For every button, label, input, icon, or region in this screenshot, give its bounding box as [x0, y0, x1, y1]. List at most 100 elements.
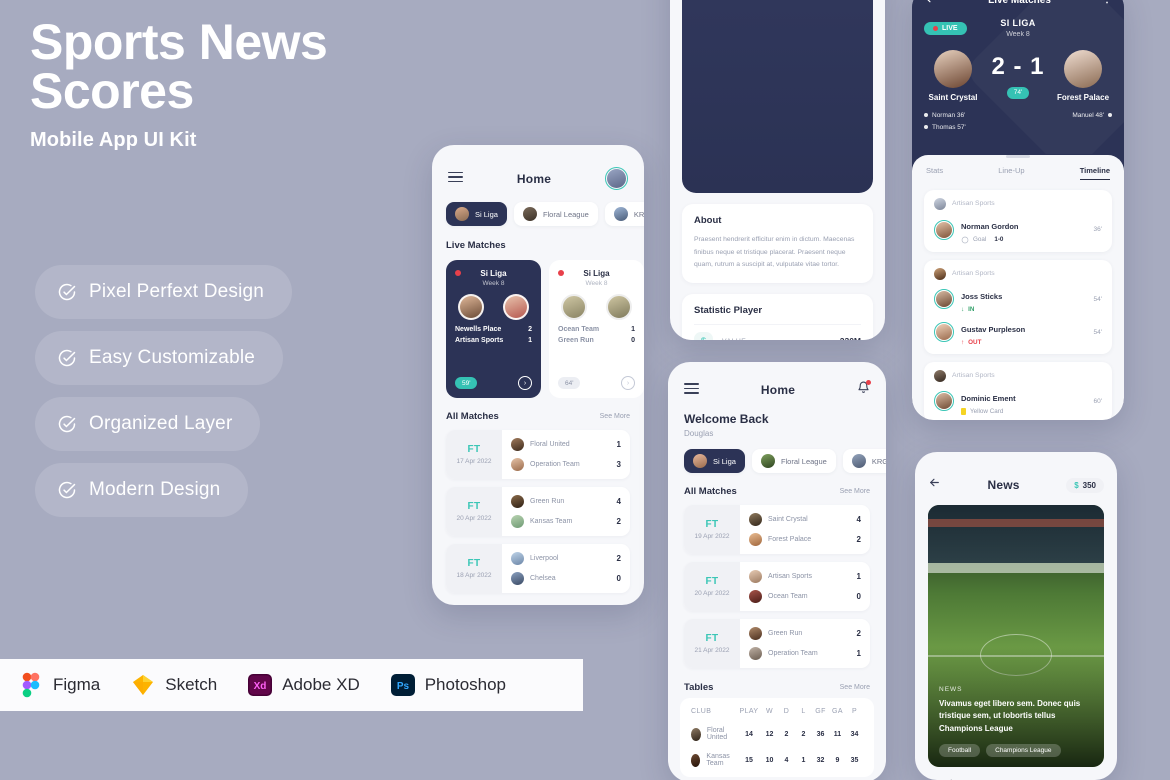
stat-value: 230M: [840, 336, 861, 340]
team-name: Operation Team: [768, 650, 818, 657]
league-tab-krga[interactable]: KRGA: [604, 202, 644, 226]
see-more-link[interactable]: See More: [840, 488, 870, 495]
live-card-footer: 64' ›: [558, 376, 635, 390]
event-action: ↓ IN: [961, 305, 975, 313]
coin-balance-badge[interactable]: $ 350: [1066, 477, 1104, 493]
table-row[interactable]: FT 17 Apr 2022 Floral United 1 Operation…: [446, 430, 630, 479]
timeline-club: Artisan Sports: [934, 267, 1102, 280]
welcome-title: Welcome Back: [684, 412, 769, 426]
table-row[interactable]: FT 20 Apr 2022 Artisan Sports 1 Ocean Te…: [684, 562, 870, 611]
club-p: 35: [850, 756, 859, 764]
match-score: 2 - 1: [991, 53, 1045, 80]
team-score: 1: [631, 326, 635, 333]
statistic-player-card: Statistic Player $ VALUE 230M POINTS 428: [682, 293, 873, 340]
home-events: Norman 36' Thomas 57': [924, 110, 966, 133]
league-tab-floral-league[interactable]: Floral League: [513, 202, 598, 226]
tab-timeline[interactable]: Timeline: [1079, 166, 1110, 180]
menu-icon[interactable]: [684, 383, 699, 397]
league-tab-si-liga[interactable]: Si Liga: [446, 202, 507, 226]
chevron-right-icon[interactable]: ›: [621, 376, 635, 390]
table-col-l: L: [801, 708, 806, 715]
league-tab-floral-league[interactable]: Floral League: [751, 449, 836, 473]
team-name: Ocean Team: [558, 326, 600, 333]
team-score: 2: [856, 629, 861, 638]
see-more-link[interactable]: See More: [840, 684, 870, 691]
table-row[interactable]: FT 19 Apr 2022 Saint Crystal 4 Forest Pa…: [684, 505, 870, 554]
news-tag[interactable]: Football: [939, 744, 981, 757]
match-date: 21 Apr 2022: [694, 647, 730, 654]
team-score: 4: [856, 515, 861, 524]
timeline-card: Artisan Sports Joss Sticks ↓ IN 54' Gust…: [924, 259, 1112, 354]
event-item: Norman 36': [924, 110, 966, 122]
back-arrow-icon[interactable]: [928, 476, 941, 494]
player-name: Joss Sticks: [961, 291, 1003, 301]
event-minute: 54': [1093, 295, 1102, 303]
feature-pill: Organized Layer: [35, 397, 261, 451]
club-play: 15: [745, 756, 753, 764]
club-d: 2: [784, 730, 789, 738]
news-tag[interactable]: Champions League: [986, 744, 1061, 757]
timeline-card: Artisan Sports Dominic Ement Yellow Card…: [924, 361, 1112, 420]
event-minute: 36': [1093, 226, 1102, 233]
player-name: Gustav Purpleson: [961, 324, 1026, 334]
live-match-card[interactable]: Si Liga Week 8 Ocean Team 1 Green Run 0 …: [549, 260, 644, 398]
match-status-label: FT: [705, 519, 719, 530]
club-name: Artisan Sports: [952, 200, 995, 207]
team-score: 1: [856, 572, 861, 581]
live-match-card[interactable]: Si Liga Week 8 Newells Place 2 Artisan S…: [446, 260, 541, 398]
table-row[interactable]: Floral United 14 12 2 2 36 11 34: [689, 721, 865, 747]
player-hero: [682, 0, 873, 193]
all-matches-header: All Matches See More: [668, 473, 886, 505]
dollar-icon: $: [694, 331, 713, 340]
match-status: FT 21 Apr 2022: [684, 619, 740, 668]
league-tab-si-liga[interactable]: Si Liga: [684, 449, 745, 473]
team-score: 0: [631, 337, 635, 344]
page-title: Home: [760, 383, 796, 397]
see-more-link[interactable]: See More: [600, 413, 630, 420]
live-card-away: Green Run 0: [558, 337, 635, 344]
team-score: 2: [616, 517, 621, 526]
news-hero-card[interactable]: NEWS Vivamus eget libero sem. Donec quis…: [928, 505, 1104, 767]
team-name: Liverpool: [530, 555, 559, 562]
news-kicker: NEWS: [939, 685, 963, 693]
team-name: Ocean Team: [768, 593, 808, 600]
notch: [977, 452, 1055, 465]
live-card-avatars: [561, 294, 632, 320]
table-row[interactable]: FT 18 Apr 2022 Liverpool 2 Chelsea 0: [446, 544, 630, 593]
match-date: 20 Apr 2022: [456, 515, 492, 522]
drag-handle[interactable]: [1006, 155, 1030, 158]
more-options-icon[interactable]: ⋮: [1102, 0, 1112, 5]
tab-line-up[interactable]: Line-Up: [998, 166, 1024, 180]
about-card: About Praesent hendrerit efficitur enim …: [682, 204, 873, 283]
league-tabs: Si Liga Floral League KRGA: [668, 438, 886, 473]
chevron-right-icon[interactable]: ›: [518, 376, 532, 390]
club-l: 2: [801, 730, 806, 738]
svg-text:Ps: Ps: [397, 681, 410, 692]
club-w: 10: [765, 756, 774, 764]
minute-badge: 74': [1006, 86, 1030, 99]
live-dot-icon: [455, 270, 461, 276]
live-card-home: Ocean Team 1: [558, 326, 635, 333]
back-arrow-icon[interactable]: [924, 0, 937, 8]
table-row[interactable]: Kansas Team 15 10 4 1 32 9 35: [689, 747, 865, 773]
notification-bell-icon[interactable]: [857, 380, 871, 399]
tab-stats[interactable]: Stats: [926, 166, 943, 180]
tool-label: Figma: [53, 675, 101, 694]
table-col-play: PLAY: [739, 708, 759, 715]
league-tab-krga[interactable]: KRGA: [842, 449, 886, 473]
table-row[interactable]: FT 21 Apr 2022 Green Run 2 Operation Tea…: [684, 619, 870, 668]
detail-tabs: Stats Line-Up Timeline: [912, 166, 1124, 180]
match-status: FT 17 Apr 2022: [446, 430, 502, 479]
notch: [738, 362, 816, 375]
stat-label: VALUE: [722, 338, 831, 340]
menu-icon[interactable]: [448, 171, 463, 186]
club-gf: 32: [816, 756, 825, 764]
minute-badge: 59': [455, 377, 478, 389]
away-team-name: Forest Palace: [1056, 93, 1110, 102]
avatar[interactable]: [604, 167, 628, 190]
match-team-away: Operation Team 1: [749, 647, 861, 660]
figma-icon: [18, 672, 44, 698]
table-row[interactable]: FT 20 Apr 2022 Green Run 4 Kansas Team 2: [446, 487, 630, 536]
match-date: 18 Apr 2022: [456, 572, 492, 579]
team-score: 1: [856, 649, 861, 658]
